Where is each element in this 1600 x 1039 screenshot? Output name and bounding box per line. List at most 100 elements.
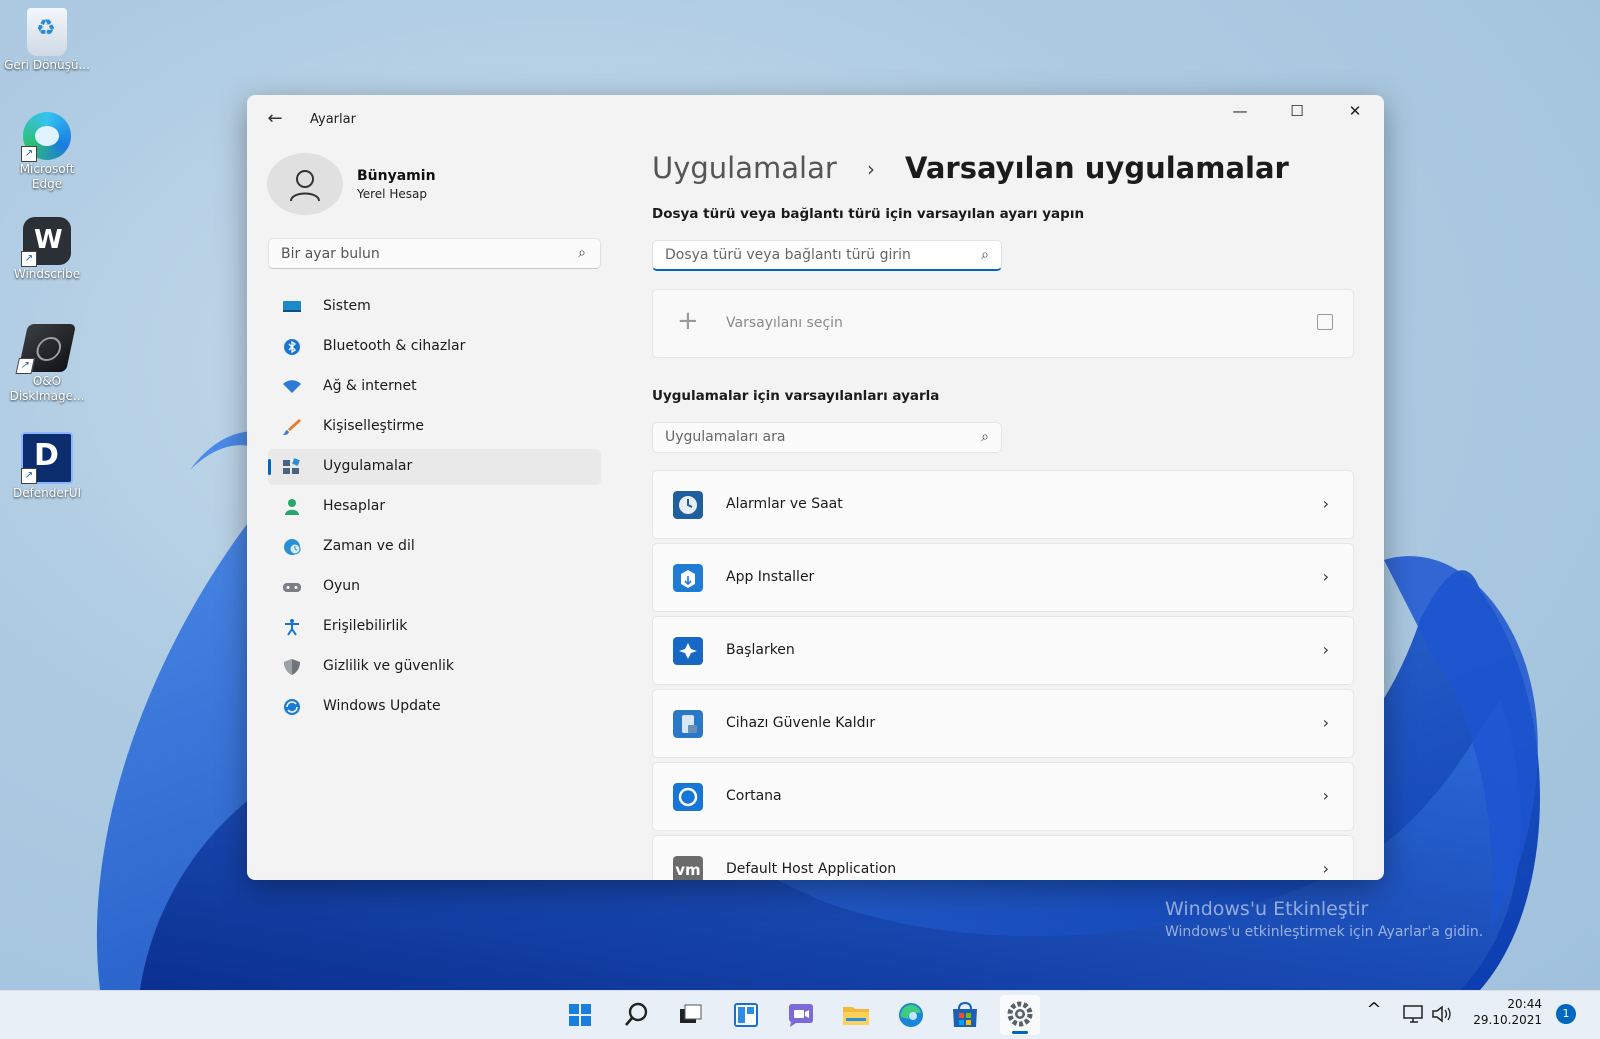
sidebar-item-label: Zaman ve dil xyxy=(323,538,415,554)
monitor-icon xyxy=(283,301,301,312)
search-icon xyxy=(625,1002,648,1026)
apps-search-field[interactable]: ⌕ xyxy=(652,422,1002,453)
search-icon: ⌕ xyxy=(578,245,586,261)
edge-icon xyxy=(899,1003,923,1027)
task-view-button[interactable] xyxy=(670,995,710,1035)
breadcrumb-separator: › xyxy=(867,157,875,181)
cortana-icon xyxy=(673,783,703,811)
sidebar-item-windows-update[interactable]: Windows Update xyxy=(268,689,601,725)
apps-search-input[interactable] xyxy=(663,428,967,446)
close-button[interactable]: ✕ xyxy=(1327,95,1383,127)
package-icon xyxy=(673,564,703,592)
start-button[interactable] xyxy=(560,995,600,1035)
sidebar-item-personalization[interactable]: Kişiselleştirme xyxy=(268,409,601,445)
chevron-right-icon: › xyxy=(1322,713,1329,732)
apps-icon xyxy=(283,458,300,474)
shortcut-arrow-icon: ↗ xyxy=(15,358,35,374)
settings-window: ← Ayarlar — ☐ ✕ Bünyamin Yerel Hesap Bir… xyxy=(247,95,1384,880)
task-view-icon xyxy=(680,1004,702,1023)
taskbar-search-button[interactable] xyxy=(616,995,656,1035)
sidebar-nav: Sistem Bluetooth & cihazlar Ağ & interne… xyxy=(268,289,601,729)
choose-default-card[interactable]: + Varsayılanı seçin xyxy=(652,289,1354,358)
app-row-alarms-clock[interactable]: Alarmlar ve Saat › xyxy=(652,470,1354,539)
profile-name: Bünyamin xyxy=(357,168,436,184)
edge-icon: ↗ xyxy=(21,112,71,162)
settings-search-input[interactable]: Bir ayar bulun ⌕ xyxy=(268,238,601,269)
desktop-icon-oo-diskimage[interactable]: ↗ O&O DiskImage... xyxy=(4,324,90,404)
settings-search-placeholder: Bir ayar bulun xyxy=(281,246,380,262)
windscribe-icon: W ↗ xyxy=(21,217,71,267)
app-row-safely-remove[interactable]: Cihazı Güvenle Kaldır › xyxy=(652,689,1354,758)
window-title: Ayarlar xyxy=(310,112,356,127)
settings-taskbar-button[interactable] xyxy=(1000,995,1040,1035)
gamepad-icon xyxy=(283,583,301,592)
alarm-clock-icon xyxy=(673,491,703,519)
clock-time[interactable]: 20:44 xyxy=(1462,997,1542,1011)
desktop-icon-label: Windscribe xyxy=(13,267,81,281)
app-list: Alarmlar ve Saat › App Installer › Başla… xyxy=(652,470,1354,880)
sidebar-item-gaming[interactable]: Oyun xyxy=(268,569,601,605)
person-icon xyxy=(285,499,299,515)
app-row-tips[interactable]: Başlarken › xyxy=(652,616,1354,685)
sidebar-item-accounts[interactable]: Hesaplar xyxy=(268,489,601,525)
filetype-heading: Dosya türü veya bağlantı türü için varsa… xyxy=(652,206,1085,222)
edge-button[interactable] xyxy=(891,995,931,1035)
minimize-button[interactable]: — xyxy=(1212,95,1268,127)
chevron-right-icon: › xyxy=(1322,567,1329,586)
update-icon xyxy=(284,699,300,715)
sidebar-item-label: Erişilebilirlik xyxy=(323,618,408,634)
desktop-icon-recycle-bin[interactable]: ♻ Geri Dönüşü... xyxy=(4,8,90,73)
defenderui-icon: D ↗ xyxy=(21,432,73,484)
app-row-default-host-application[interactable]: vm Default Host Application › xyxy=(652,835,1354,880)
app-row-cortana[interactable]: Cortana › xyxy=(652,762,1354,831)
filetype-search-field[interactable]: ⌕ xyxy=(652,240,1002,271)
back-button[interactable]: ← xyxy=(261,105,289,133)
title-bar[interactable]: ← Ayarlar — ☐ ✕ xyxy=(247,95,1384,143)
sidebar-item-label: Uygulamalar xyxy=(323,458,413,474)
start-icon xyxy=(569,1004,591,1026)
sidebar-item-accessibility[interactable]: Erişilebilirlik xyxy=(268,609,601,645)
activation-watermark-subtitle: Windows'u etkinleştirmek için Ayarlar'a … xyxy=(1165,924,1484,940)
activation-watermark-title: Windows'u Etkinleştir xyxy=(1165,898,1369,920)
sidebar-item-label: Windows Update xyxy=(323,698,441,714)
notification-badge[interactable]: 1 xyxy=(1556,1004,1576,1024)
volume-icon[interactable] xyxy=(1430,1003,1454,1025)
widgets-button[interactable] xyxy=(726,995,766,1035)
filetype-search-input[interactable] xyxy=(663,246,967,264)
app-row-app-installer[interactable]: App Installer › xyxy=(652,543,1354,612)
breadcrumb-parent[interactable]: Uygulamalar xyxy=(652,151,837,185)
shield-icon xyxy=(284,659,300,675)
maximize-button[interactable]: ☐ xyxy=(1269,95,1325,127)
sidebar-item-label: Bluetooth & cihazlar xyxy=(323,338,466,354)
sidebar-item-sistem[interactable]: Sistem xyxy=(268,289,601,325)
file-explorer-button[interactable] xyxy=(836,995,876,1035)
settings-icon xyxy=(1007,1001,1033,1027)
desktop-icon-windscribe[interactable]: W ↗ Windscribe xyxy=(4,217,90,282)
sidebar-item-privacy[interactable]: Gizlilik ve güvenlik xyxy=(268,649,601,685)
chevron-right-icon: › xyxy=(1322,786,1329,805)
desktop-icon-defenderui[interactable]: D ↗ DefenderUI xyxy=(4,432,90,501)
globe-clock-icon xyxy=(284,539,301,555)
app-name: Cortana xyxy=(726,788,782,804)
sidebar-item-apps[interactable]: Uygulamalar xyxy=(268,449,601,485)
network-icon[interactable] xyxy=(1402,1003,1426,1025)
sidebar-item-bluetooth[interactable]: Bluetooth & cihazlar xyxy=(268,329,601,365)
app-name: App Installer xyxy=(726,569,815,585)
apps-heading: Uygulamalar için varsayılanları ayarla xyxy=(652,388,940,404)
plus-icon: + xyxy=(677,306,699,336)
chat-button[interactable] xyxy=(781,995,821,1035)
sidebar-item-time-language[interactable]: Zaman ve dil xyxy=(268,529,601,565)
desktop-icon-label: DefenderUI xyxy=(12,486,82,500)
shortcut-arrow-icon: ↗ xyxy=(21,251,37,267)
store-button[interactable] xyxy=(945,995,985,1035)
sidebar-item-network[interactable]: Ağ & internet xyxy=(268,369,601,405)
person-icon xyxy=(290,170,320,202)
clock-date[interactable]: 29.10.2021 xyxy=(1462,1013,1542,1027)
avatar[interactable] xyxy=(267,153,343,215)
desktop-icon-label: O&O DiskImage... xyxy=(9,374,85,403)
tray-overflow-chevron[interactable]: ^ xyxy=(1362,999,1386,1020)
shortcut-arrow-icon: ↗ xyxy=(21,146,37,162)
wifi-icon xyxy=(283,380,301,393)
desktop-icon-edge[interactable]: ↗ Microsoft Edge xyxy=(4,112,90,192)
choose-default-label: Varsayılanı seçin xyxy=(726,315,843,331)
